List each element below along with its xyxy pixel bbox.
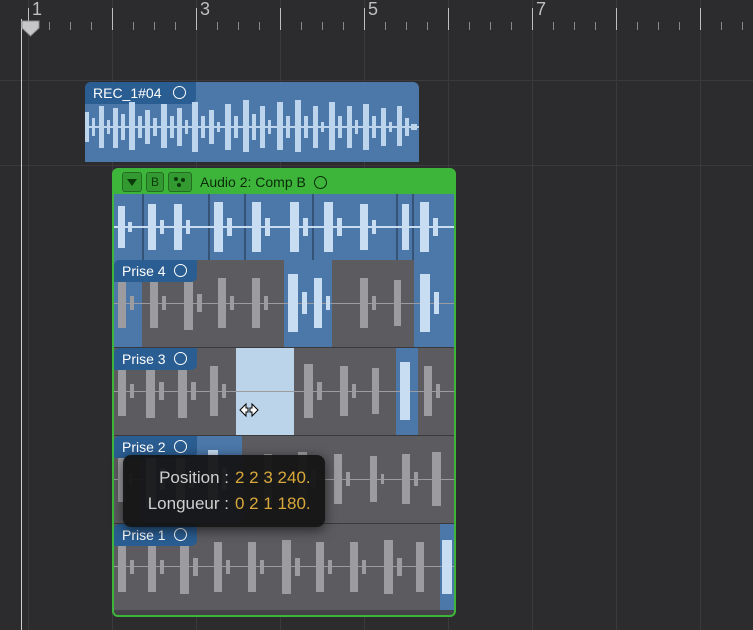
quick-swipe-button[interactable] — [168, 172, 192, 192]
take-name: Prise 1 — [122, 527, 166, 543]
ruler-bar-label: 1 — [32, 0, 42, 20]
timeline-ruler[interactable]: 1 3 5 7 — [0, 0, 753, 30]
ruler-bar-label: 5 — [368, 0, 378, 20]
take-folder-name: Audio 2: Comp B — [200, 174, 306, 190]
audio-region-rec1-04[interactable]: REC_1#04 — [85, 82, 419, 162]
tooltip-len-label: Longueur : — [137, 491, 229, 517]
disclosure-triangle-button[interactable] — [122, 172, 142, 192]
take-row[interactable]: Prise 1 — [114, 523, 454, 610]
take-name: Prise 3 — [122, 351, 166, 367]
ruler-ticks — [0, 22, 753, 30]
arrange-area[interactable]: 1 3 5 7 — [0, 0, 753, 630]
take-label: Prise 3 — [114, 348, 197, 370]
loop-indicator-icon — [174, 352, 187, 365]
triangle-down-icon — [127, 179, 137, 186]
swipe-icon — [173, 176, 187, 188]
ruler-bar-label: 7 — [536, 0, 546, 20]
take-name: Prise 4 — [122, 263, 166, 279]
playhead-handle[interactable] — [21, 20, 40, 37]
comp-selector-button[interactable]: B — [146, 172, 164, 192]
loop-indicator-icon — [314, 176, 327, 189]
comp-lane[interactable] — [114, 194, 454, 260]
take-label: Prise 4 — [114, 260, 197, 282]
take-name: Prise 2 — [122, 439, 166, 455]
tooltip-pos-label: Position : — [137, 465, 229, 491]
tooltip-pos-value: 2 2 3 240. — [235, 468, 311, 487]
take-folder-header[interactable]: B Audio 2: Comp B — [114, 170, 454, 194]
waveform — [85, 82, 419, 162]
playhead-line[interactable] — [21, 19, 22, 630]
take-folder[interactable]: B Audio 2: Comp B — [112, 168, 456, 617]
tooltip-len-value: 0 2 1 180. — [235, 494, 311, 513]
loop-indicator-icon — [174, 264, 187, 277]
comp-letter: B — [151, 175, 159, 189]
ruler-bar-label: 3 — [200, 0, 210, 20]
take-row[interactable]: Prise 3 — [114, 347, 454, 435]
waveform — [114, 194, 454, 260]
loop-indicator-icon — [174, 528, 187, 541]
loop-indicator-icon — [174, 440, 187, 453]
take-row[interactable]: Prise 4 — [114, 260, 454, 347]
take-label: Prise 1 — [114, 524, 197, 546]
position-tooltip: Position : 2 2 3 240. Longueur : 0 2 1 180… — [123, 455, 325, 527]
resize-cursor-icon — [229, 398, 269, 422]
